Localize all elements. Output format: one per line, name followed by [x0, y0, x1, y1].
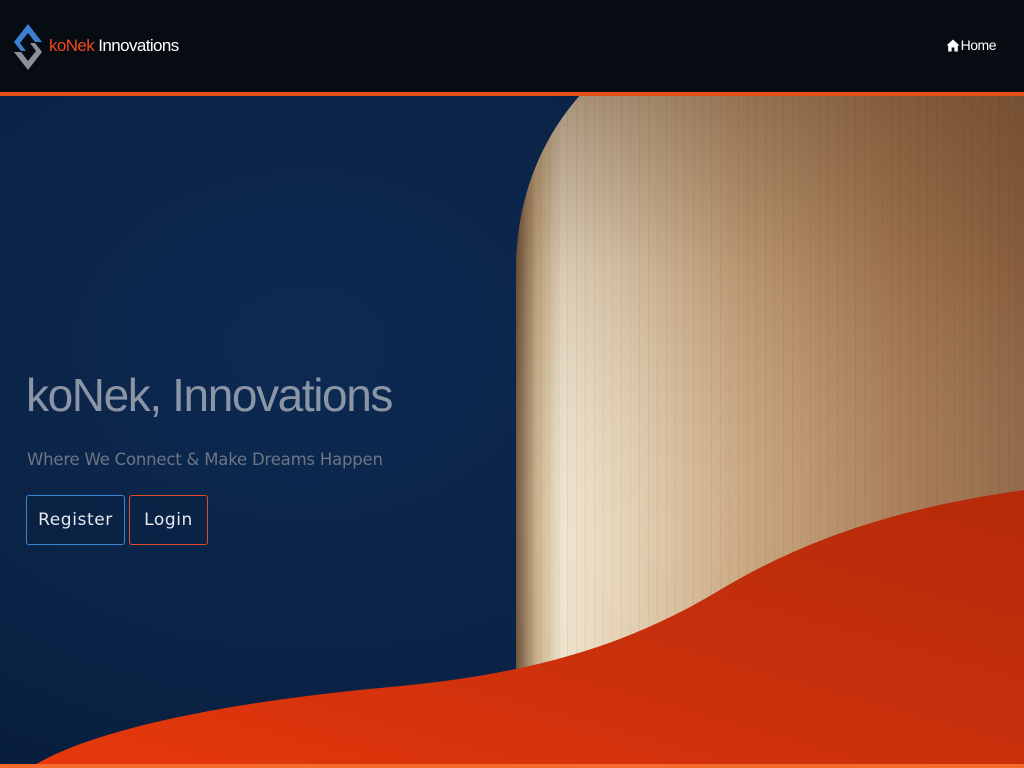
brand-name-rest: Innovations	[94, 35, 179, 55]
brand-link[interactable]: koNek Innovations	[12, 22, 179, 72]
top-navbar: koNek Innovations Home	[0, 0, 1024, 96]
brand-name: koNek Innovations	[49, 37, 179, 54]
home-icon	[946, 39, 960, 51]
bottom-accent-line	[0, 764, 1024, 768]
hero-title: koNek, Innovations	[26, 369, 393, 421]
nav-home-link[interactable]: Home	[946, 37, 997, 53]
landing-page: koNek Innovations Home koNek, Innovation…	[0, 0, 1024, 768]
diamond-logo-icon	[14, 24, 42, 70]
register-button[interactable]: Register	[26, 495, 125, 545]
login-button[interactable]: Login	[129, 495, 208, 545]
brand-name-accent: koNek	[49, 35, 95, 55]
hero-subtitle: Where We Connect & Make Dreams Happen	[27, 450, 383, 469]
nav-home-label: Home	[960, 37, 997, 53]
